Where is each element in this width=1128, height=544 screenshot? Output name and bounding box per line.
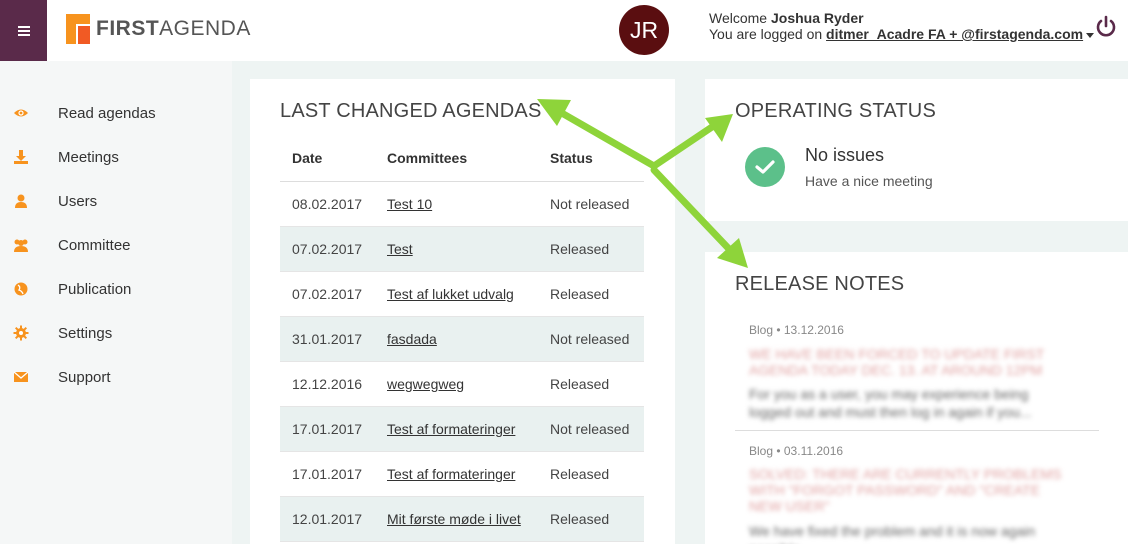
- user-icon: [15, 194, 27, 208]
- committee-link[interactable]: wegwegweg: [387, 376, 464, 392]
- cell-date: 08.02.2017: [280, 181, 375, 227]
- status-message: Have a nice meeting: [805, 173, 933, 189]
- cell-status: Released: [538, 361, 644, 407]
- operating-status-title: OPERATING STATUS: [735, 100, 936, 122]
- table-row: 17.01.2017 Test af formateringer Not rel…: [280, 406, 644, 452]
- sidebar-item-settings[interactable]: Settings: [0, 311, 232, 355]
- menu-button[interactable]: [0, 0, 47, 61]
- cell-date: 07.02.2017: [280, 271, 375, 317]
- logo-text-bold: FIRST: [96, 17, 160, 40]
- sidebar-item-meetings[interactable]: Meetings: [0, 135, 232, 179]
- cell-committee: Test af formateringer: [375, 406, 538, 452]
- committee-link[interactable]: fasdada: [387, 331, 437, 347]
- cell-committee: Test af lukket udvalg: [375, 271, 538, 317]
- eye-icon: [14, 109, 28, 117]
- cell-status: Not released: [538, 316, 644, 362]
- note-body: For you as a user, you may experience be…: [749, 386, 1032, 420]
- note-meta: Blog • 13.12.2016: [749, 323, 844, 337]
- note-divider: [735, 430, 1099, 431]
- cell-date: 31.01.2017: [280, 316, 375, 362]
- note-title[interactable]: SOLVED: THERE ARE CURRENTLY PROBLEMS WIT…: [749, 466, 1069, 514]
- globe-icon: [14, 282, 28, 296]
- cell-status: Released: [538, 496, 644, 542]
- last-changed-agendas-panel: LAST CHANGED AGENDAS Date Committees Sta…: [250, 79, 675, 544]
- sidebar-item-label: Support: [58, 368, 111, 386]
- caret-down-icon[interactable]: [1086, 32, 1095, 38]
- agendas-title: LAST CHANGED AGENDAS: [280, 100, 542, 122]
- note-body: We have fixed the problem and it is now …: [749, 523, 1036, 544]
- envelope-icon: [13, 371, 29, 382]
- welcome-prefix: Welcome: [709, 10, 768, 26]
- sidebar-item-support[interactable]: Support: [0, 355, 232, 399]
- cell-status: Not released: [538, 181, 644, 227]
- column-header-committees[interactable]: Committees: [375, 135, 538, 182]
- sidebar-item-label: Publication: [58, 280, 132, 298]
- table-row: 12.12.2016 wegwegweg Released: [280, 361, 644, 407]
- committee-link[interactable]: Test af formateringer: [387, 466, 515, 482]
- committee-link[interactable]: Test: [387, 241, 413, 257]
- logo-text-light: AGENDA: [159, 17, 251, 40]
- committee-link[interactable]: Test af lukket udvalg: [387, 286, 514, 302]
- firstagenda-logo[interactable]: FIRST AGENDA: [66, 12, 251, 46]
- table-row: 31.01.2017 fasdada Not released: [280, 316, 644, 362]
- table-row: 07.02.2017 Test Released: [280, 226, 644, 272]
- agendas-table: Date Committees Status 08.02.2017 Test 1…: [280, 135, 644, 542]
- cell-date: 07.02.2017: [280, 226, 375, 272]
- note-meta: Blog • 03.11.2016: [749, 444, 844, 458]
- cell-committee: fasdada: [375, 316, 538, 362]
- cell-committee: Test: [375, 226, 538, 272]
- account-dropdown[interactable]: ditmer_Acadre FA + @firstagenda.com: [826, 26, 1083, 42]
- column-header-status[interactable]: Status: [538, 135, 644, 182]
- users-icon: [14, 239, 28, 252]
- cell-status: Released: [538, 271, 644, 317]
- logged-prefix: You are logged on: [709, 26, 823, 42]
- cell-committee: wegwegweg: [375, 361, 538, 407]
- power-icon[interactable]: [1095, 15, 1117, 39]
- status-text: No issues: [805, 145, 885, 165]
- sidebar-item-label: Users: [58, 192, 98, 210]
- sidebar-item-label: Committee: [58, 236, 131, 254]
- table-row: 17.01.2017 Test af formateringer Release…: [280, 451, 644, 497]
- committee-link[interactable]: Test 10: [387, 196, 432, 212]
- user-name: Joshua Ryder: [770, 10, 864, 26]
- avatar[interactable]: JR: [619, 5, 669, 55]
- sidebar-item-label: Settings: [58, 324, 113, 342]
- release-notes-panel: RELEASE NOTES Blog • 13.12.2016 WE HAVE …: [705, 252, 1128, 544]
- sidebar-item-label: Meetings: [58, 148, 119, 166]
- top-header: FIRST AGENDA JR Welcome Joshua Ryder You…: [0, 0, 1128, 61]
- cell-date: 12.01.2017: [280, 496, 375, 542]
- sidebar-item-users[interactable]: Users: [0, 179, 232, 223]
- sidebar: Read agendas Meetings Users Committee Pu…: [0, 61, 232, 544]
- cell-date: 12.12.2016: [280, 361, 375, 407]
- table-row: 12.01.2017 Mit første møde i livet Relea…: [280, 496, 644, 542]
- cell-committee: Mit første møde i livet: [375, 496, 538, 542]
- cell-committee: Test 10: [375, 181, 538, 227]
- sidebar-item-committee[interactable]: Committee: [0, 223, 232, 267]
- committee-link[interactable]: Test af formateringer: [387, 421, 515, 437]
- cell-date: 17.01.2017: [280, 406, 375, 452]
- hamburger-icon: [17, 25, 30, 36]
- sidebar-item-read-agendas[interactable]: Read agendas: [0, 91, 232, 135]
- welcome-block: Welcome Joshua Ryder You are logged on d…: [709, 10, 1095, 42]
- cell-status: Released: [538, 226, 644, 272]
- sidebar-item-publication[interactable]: Publication: [0, 267, 232, 311]
- table-row: 08.02.2017 Test 10 Not released: [280, 181, 644, 227]
- table-row: 07.02.2017 Test af lukket udvalg Release…: [280, 271, 644, 317]
- cell-committee: Test af formateringer: [375, 451, 538, 497]
- logo-mark-icon: [66, 14, 90, 44]
- download-icon: [14, 150, 28, 164]
- cell-date: 17.01.2017: [280, 451, 375, 497]
- check-circle-icon: [745, 147, 785, 187]
- release-notes-title: RELEASE NOTES: [735, 273, 905, 295]
- operating-status-panel: OPERATING STATUS No issues Have a nice m…: [705, 79, 1128, 221]
- note-title[interactable]: WE HAVE BEEN FORCED TO UPDATE FIRST AGEN…: [749, 346, 1069, 378]
- committee-link[interactable]: Mit første møde i livet: [387, 511, 521, 527]
- sidebar-item-label: Read agendas: [58, 104, 156, 122]
- column-header-date[interactable]: Date: [280, 135, 375, 182]
- table-header-row: Date Committees Status: [280, 135, 644, 182]
- gear-icon: [13, 325, 29, 341]
- cell-status: Released: [538, 451, 644, 497]
- cell-status: Not released: [538, 406, 644, 452]
